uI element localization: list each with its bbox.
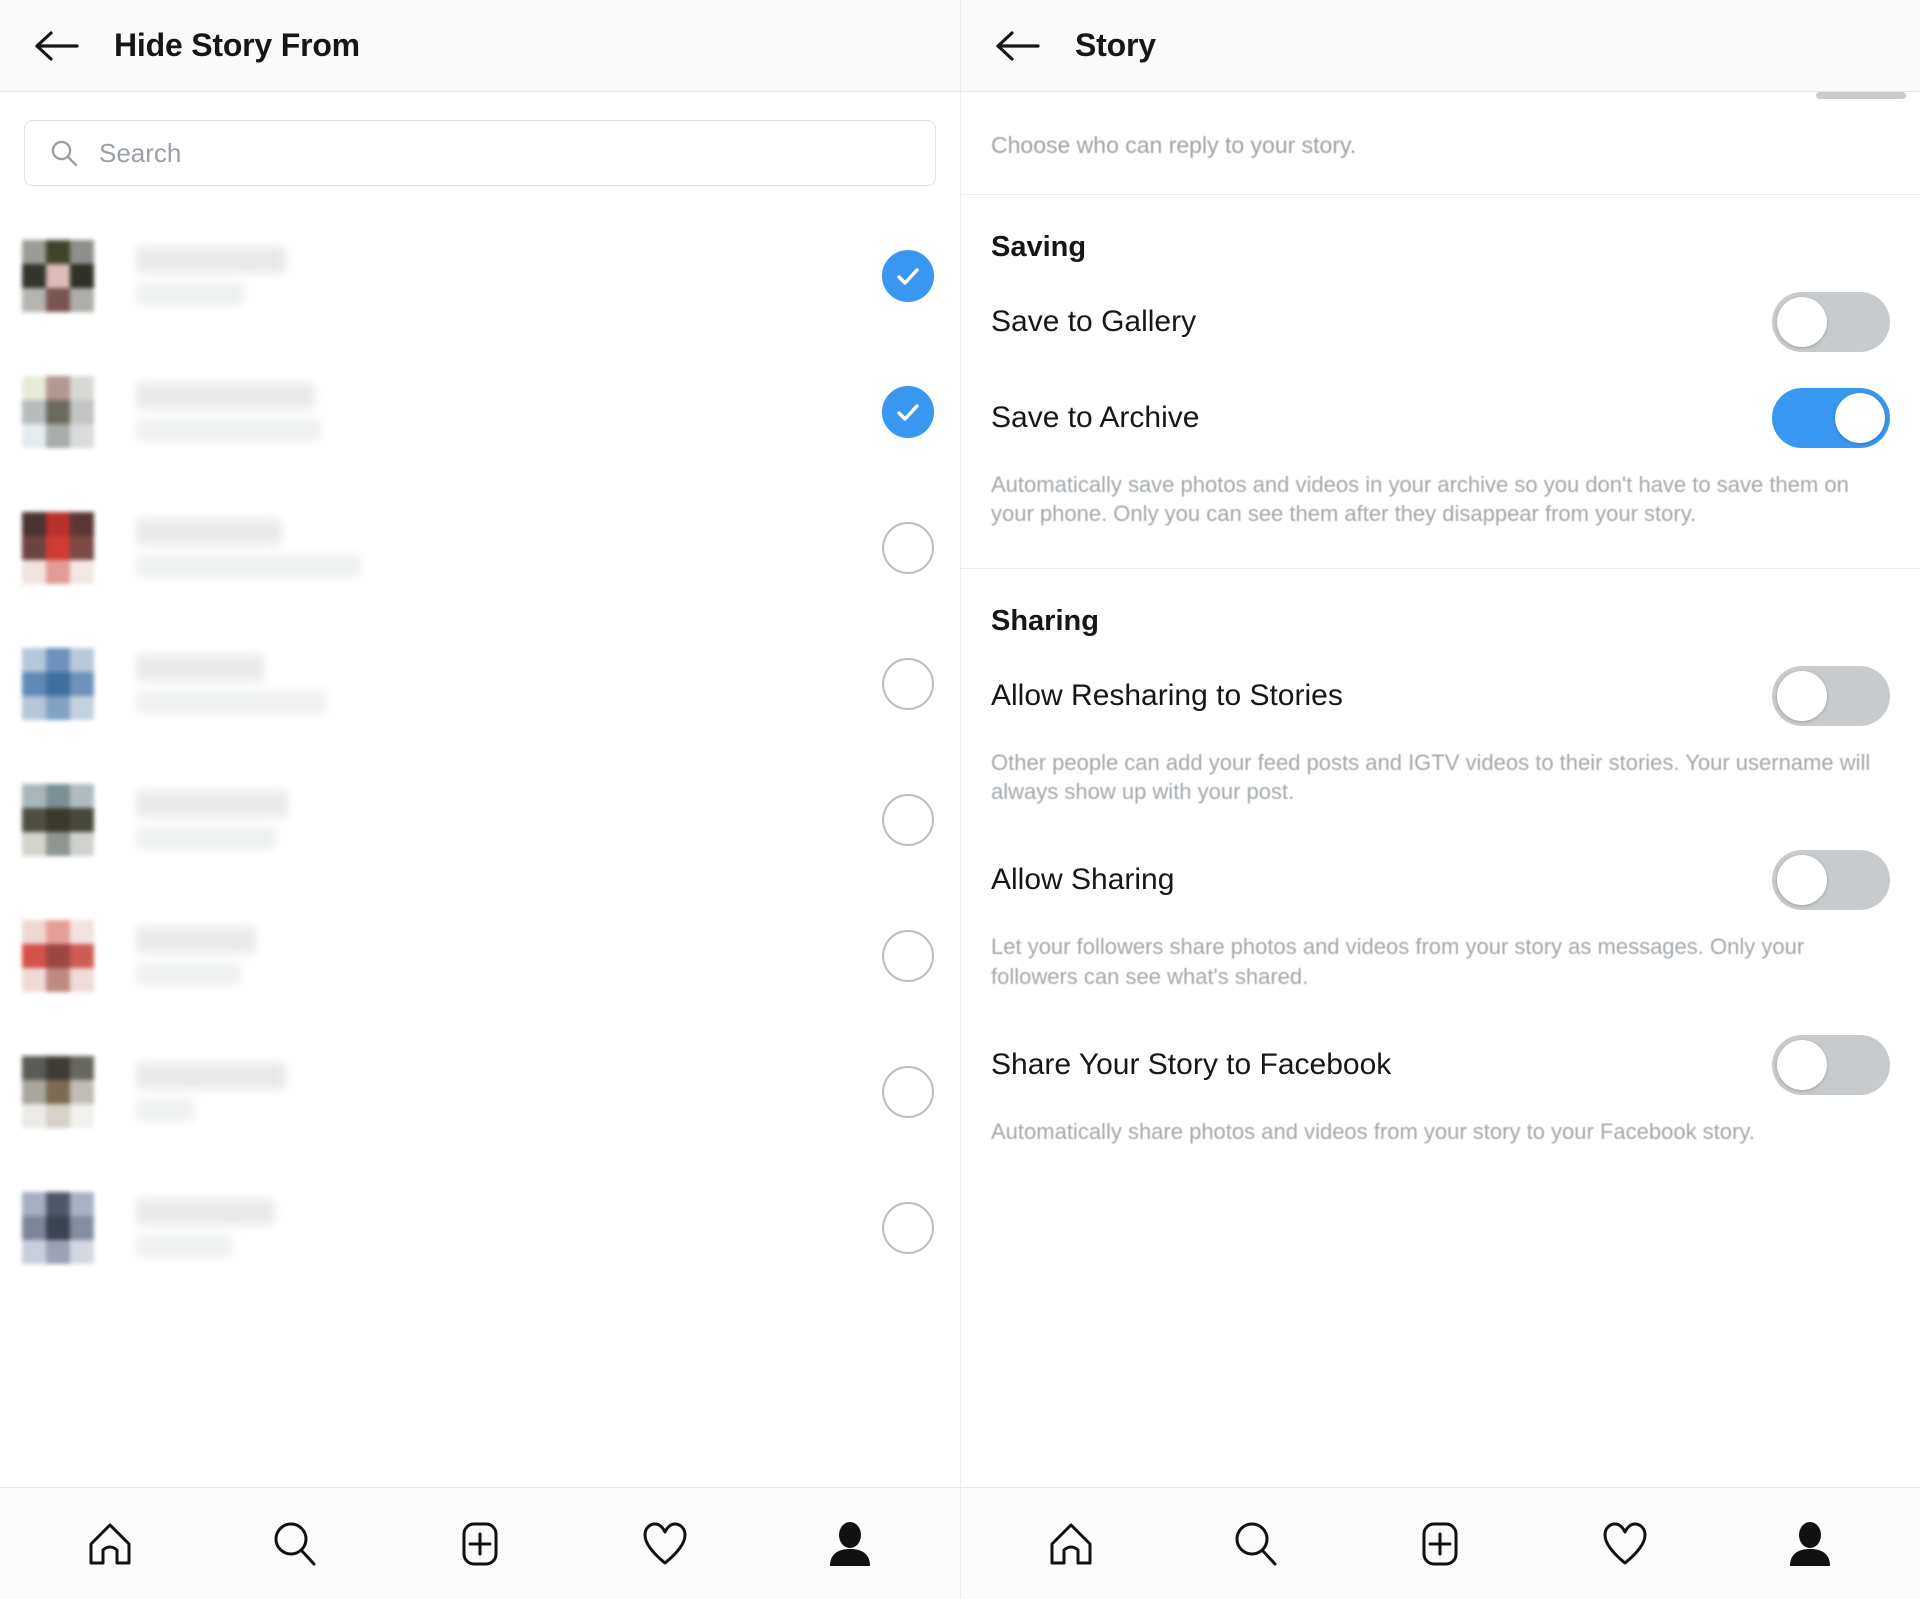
toggle-switch-on[interactable] bbox=[1772, 388, 1890, 449]
checkbox-checked[interactable] bbox=[882, 250, 934, 302]
tab-heart[interactable] bbox=[1577, 1496, 1673, 1592]
search-icon bbox=[47, 136, 81, 170]
setting-row[interactable]: Share Your Story to Facebook bbox=[961, 1017, 1920, 1113]
left-pane-hide-story-from: Hide Story From Search bbox=[0, 0, 960, 1599]
setting-description: Other people can add your feed posts and… bbox=[991, 750, 1871, 805]
story-settings-scroll[interactable]: Choose who can reply to your story. Savi… bbox=[961, 92, 1920, 1487]
tab-home[interactable] bbox=[62, 1496, 158, 1592]
add-post-icon bbox=[1414, 1518, 1466, 1570]
tab-search[interactable] bbox=[247, 1496, 343, 1592]
tab-profile[interactable] bbox=[802, 1496, 898, 1592]
checkbox-unchecked[interactable] bbox=[882, 930, 934, 982]
search-placeholder-text: Search bbox=[99, 137, 182, 168]
setting-label: Allow Resharing to Stories bbox=[991, 679, 1343, 713]
setting-row[interactable]: Save to Gallery bbox=[961, 274, 1920, 370]
scrollbar-thumb[interactable] bbox=[1816, 92, 1906, 99]
list-item[interactable] bbox=[0, 480, 960, 616]
reply-note-block: Choose who can reply to your story. bbox=[961, 92, 1920, 196]
user-name-redacted bbox=[136, 655, 882, 713]
setting-row[interactable]: Allow Resharing to Stories bbox=[961, 648, 1920, 744]
checkbox-unchecked[interactable] bbox=[882, 1066, 934, 1118]
reply-note-text: Choose who can reply to your story. bbox=[991, 132, 1357, 158]
user-name-redacted bbox=[136, 927, 882, 985]
toggle-knob bbox=[1777, 855, 1827, 906]
avatar bbox=[22, 512, 94, 584]
heart-icon bbox=[1599, 1518, 1651, 1570]
list-item[interactable] bbox=[0, 208, 960, 344]
back-arrow-icon[interactable] bbox=[26, 16, 86, 76]
user-name-redacted bbox=[136, 247, 882, 305]
checkbox-unchecked[interactable] bbox=[882, 1202, 934, 1254]
avatar bbox=[22, 648, 94, 720]
user-name-redacted bbox=[136, 1199, 882, 1257]
search-icon bbox=[1230, 1518, 1282, 1570]
tab-search[interactable] bbox=[1208, 1496, 1304, 1592]
back-arrow-icon[interactable] bbox=[987, 16, 1047, 76]
right-bottom-nav bbox=[961, 1487, 1920, 1599]
setting-label: Save to Archive bbox=[991, 401, 1200, 435]
section-heading: Sharing bbox=[991, 605, 1099, 638]
avatar bbox=[22, 1056, 94, 1128]
left-app-bar: Hide Story From bbox=[0, 0, 960, 92]
toggle-switch-off[interactable] bbox=[1772, 292, 1890, 353]
toggle-knob bbox=[1777, 297, 1827, 348]
tab-add-post[interactable] bbox=[1392, 1496, 1488, 1592]
toggle-switch-off[interactable] bbox=[1772, 850, 1890, 911]
tab-profile[interactable] bbox=[1762, 1496, 1858, 1592]
hide-from-user-list[interactable] bbox=[0, 202, 960, 1487]
avatar bbox=[22, 784, 94, 856]
checkbox-unchecked[interactable] bbox=[882, 794, 934, 846]
list-item[interactable] bbox=[0, 616, 960, 752]
toggle-knob bbox=[1835, 393, 1885, 444]
setting-description: Let your followers share photos and vide… bbox=[991, 934, 1805, 989]
page-title: Story bbox=[1075, 27, 1156, 63]
profile-icon bbox=[824, 1518, 876, 1570]
list-item[interactable] bbox=[0, 888, 960, 1024]
toggle-switch-off[interactable] bbox=[1772, 666, 1890, 727]
setting-description: Automatically save photos and videos in … bbox=[991, 472, 1849, 527]
profile-icon bbox=[1784, 1518, 1836, 1570]
tab-add-post[interactable] bbox=[432, 1496, 528, 1592]
checkbox-unchecked[interactable] bbox=[882, 522, 934, 574]
home-icon bbox=[84, 1518, 136, 1570]
avatar bbox=[22, 376, 94, 448]
setting-label: Save to Gallery bbox=[991, 305, 1197, 339]
user-name-redacted bbox=[136, 383, 882, 441]
toggle-knob bbox=[1777, 1039, 1827, 1090]
list-item[interactable] bbox=[0, 344, 960, 480]
list-item[interactable] bbox=[0, 752, 960, 888]
search-input[interactable]: Search bbox=[24, 120, 936, 186]
tab-home[interactable] bbox=[1023, 1496, 1119, 1592]
toggle-knob bbox=[1777, 671, 1827, 722]
avatar bbox=[22, 1192, 94, 1264]
avatar bbox=[22, 920, 94, 992]
list-item[interactable] bbox=[0, 1160, 960, 1296]
checkbox-unchecked[interactable] bbox=[882, 658, 934, 710]
page-title: Hide Story From bbox=[114, 27, 360, 63]
add-post-icon bbox=[454, 1518, 506, 1570]
heart-icon bbox=[639, 1518, 691, 1570]
right-app-bar: Story bbox=[961, 0, 1920, 92]
setting-row[interactable]: Save to Archive bbox=[961, 370, 1920, 466]
search-icon bbox=[269, 1518, 321, 1570]
tab-heart[interactable] bbox=[617, 1496, 713, 1592]
user-name-redacted bbox=[136, 519, 882, 577]
home-icon bbox=[1045, 1518, 1097, 1570]
avatar bbox=[22, 240, 94, 312]
setting-label: Share Your Story to Facebook bbox=[991, 1047, 1392, 1081]
setting-row[interactable]: Allow Sharing bbox=[961, 832, 1920, 928]
section-heading: Saving bbox=[991, 231, 1087, 264]
user-name-redacted bbox=[136, 1063, 882, 1121]
search-section: Search bbox=[0, 92, 960, 202]
list-item[interactable] bbox=[0, 1024, 960, 1160]
setting-description: Automatically share photos and videos fr… bbox=[991, 1118, 1755, 1144]
left-bottom-nav bbox=[0, 1487, 960, 1599]
toggle-switch-off[interactable] bbox=[1772, 1034, 1890, 1095]
dual-phone-screenshot: Hide Story From Search Story Choose who … bbox=[0, 0, 1920, 1599]
setting-label: Allow Sharing bbox=[991, 863, 1175, 897]
checkbox-checked[interactable] bbox=[882, 386, 934, 438]
user-name-redacted bbox=[136, 791, 882, 849]
right-pane-story-settings: Story Choose who can reply to your story… bbox=[960, 0, 1920, 1599]
